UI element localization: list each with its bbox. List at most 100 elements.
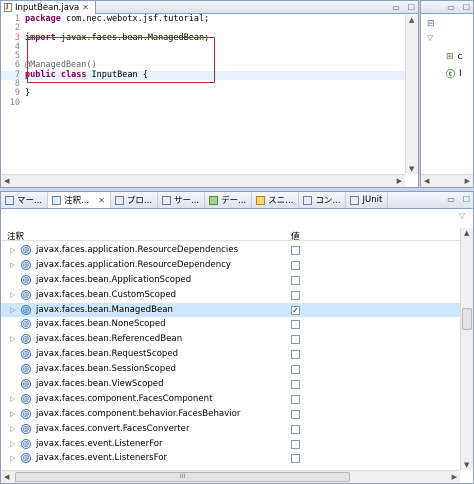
maximize-icon[interactable]: ☐ (408, 3, 415, 12)
scrollbar-thumb[interactable]: III (15, 472, 350, 482)
view-tab-servers[interactable]: サー... (158, 192, 206, 208)
expand-icon[interactable]: ▷ (10, 261, 15, 269)
table-row[interactable]: ▷ @ javax.faces.component.FacesComponent (1, 392, 460, 407)
scroll-right-icon[interactable]: ▶ (397, 177, 402, 185)
scroll-left-icon[interactable]: ◀ (424, 177, 429, 185)
view-tab-annotations[interactable]: 注釈... ✕ (48, 192, 111, 208)
value-checkbox[interactable] (291, 335, 300, 345)
code-line[interactable]: 7 public class InputBean { (1, 70, 405, 81)
table-row[interactable]: ▷ @ javax.faces.bean.ReferencedBean (1, 332, 460, 347)
view-tab-data[interactable]: デー... (205, 192, 253, 208)
table-row[interactable]: @ javax.faces.bean.ViewScoped (1, 377, 460, 392)
view-tab-label: JUnit (362, 195, 383, 205)
code-line[interactable]: 8 (1, 79, 405, 89)
chevron-down-icon[interactable]: ▽ (427, 33, 433, 42)
view-tab-console[interactable]: コン... (299, 192, 347, 208)
annotation-icon: @ (21, 259, 31, 270)
view-tab-markers[interactable]: マー... (1, 192, 49, 208)
table-row[interactable]: ▷ @ javax.faces.event.ListenerFor (1, 437, 460, 452)
table-horizontal-scrollbar[interactable]: ◀ III ▶ (1, 470, 460, 483)
value-checkbox[interactable] (291, 380, 300, 390)
value-checkbox[interactable] (291, 424, 300, 434)
expand-icon[interactable]: ▷ (10, 395, 15, 403)
value-checkbox[interactable] (291, 350, 300, 360)
value-checkbox[interactable] (291, 409, 300, 419)
value-checkbox[interactable] (291, 394, 300, 404)
value-checkbox[interactable] (291, 439, 300, 449)
console-icon (303, 195, 313, 205)
minimize-icon[interactable]: ▭ (392, 3, 400, 12)
maximize-icon[interactable]: ☐ (463, 3, 470, 12)
outline-item-class[interactable]: ⓒ I (446, 67, 462, 81)
annotation-icon: @ (21, 245, 31, 255)
annotation-icon: @ (21, 379, 31, 390)
close-icon[interactable]: ✕ (82, 3, 89, 12)
expand-icon[interactable]: ▷ (10, 440, 15, 448)
value-checkbox[interactable] (291, 290, 300, 300)
maximize-icon[interactable]: ☐ (463, 195, 470, 204)
outline-panel[interactable]: ▭ ☐ ⊟ ▽ ⊞ c ⓒ I ◀ ▶ (420, 0, 474, 188)
minimize-icon[interactable]: ▭ (447, 195, 455, 204)
annotation-icon: @ (21, 423, 31, 434)
view-tab-junit[interactable]: JUnit (346, 192, 389, 208)
table-row[interactable]: ▷ @ javax.faces.application.ResourceDepend… (1, 243, 460, 258)
scroll-left-icon[interactable]: ◀ (4, 177, 9, 185)
value-checkbox[interactable] (291, 246, 300, 255)
scroll-right-icon[interactable]: ▶ (452, 473, 457, 481)
annotations-view[interactable]: マー... 注釈... ✕ プロ... サー... デー... スニ... コン... JUni… (0, 191, 474, 484)
value-checkbox[interactable] (291, 275, 300, 285)
expand-icon[interactable]: ▷ (10, 291, 15, 299)
table-row[interactable]: ▷ @ javax.faces.event.ListenersFor (1, 451, 460, 466)
editor-vertical-scrollbar[interactable]: ▲ ▼ (405, 15, 418, 174)
table-row[interactable]: ▷ @ javax.faces.bean.CustomScoped (1, 288, 460, 303)
code-line[interactable]: 10 (1, 98, 405, 108)
column-header-annotation[interactable]: 注釈 (7, 230, 24, 242)
scroll-up-icon[interactable]: ▲ (464, 229, 469, 237)
editor-tab-inputbean[interactable]: InputBean.java ✕ (1, 1, 96, 14)
outline-item-package[interactable]: ⊞ c (446, 52, 463, 62)
annotation-name: javax.faces.bean.CustomScoped (36, 289, 177, 300)
code-line[interactable]: 1 package com.nec.webotx.jsf.tutorial; (1, 14, 405, 24)
view-tab-properties[interactable]: プロ... (111, 192, 159, 208)
table-row[interactable]: @ javax.faces.bean.ApplicationScoped (1, 273, 460, 288)
table-vertical-scrollbar[interactable]: ▲ ▼ (460, 228, 473, 470)
table-row[interactable]: ▷ @ javax.faces.convert.FacesConverter (1, 422, 460, 437)
value-checkbox[interactable] (291, 320, 300, 330)
value-checkbox[interactable] (291, 260, 300, 270)
close-icon[interactable]: ✕ (98, 196, 105, 205)
scroll-down-icon[interactable]: ▼ (409, 165, 414, 173)
expand-icon[interactable]: ▷ (10, 306, 15, 314)
expand-icon[interactable]: ▷ (10, 425, 15, 433)
expand-icon[interactable]: ▷ (10, 335, 15, 343)
expand-icon[interactable]: ▷ (10, 454, 15, 462)
table-row[interactable]: ▷ @ javax.faces.component.behavior.FacesBe… (1, 407, 460, 422)
annotation-name: javax.faces.bean.ReferencedBean (36, 334, 183, 345)
scroll-up-icon[interactable]: ▲ (409, 16, 414, 24)
column-header-value[interactable]: 値 (291, 230, 300, 242)
code-line[interactable]: 3 import javax.faces.bean.ManagedBean; (1, 33, 405, 43)
editor-horizontal-scrollbar[interactable]: ◀ ▶ (1, 174, 405, 187)
table-row[interactable]: @ javax.faces.bean.NoneScoped (1, 317, 460, 332)
java-editor[interactable]: InputBean.java ✕ ▭ ☐ 1 package com.nec.we… (0, 0, 419, 188)
view-menu-icon[interactable]: ▽ (459, 211, 465, 220)
expand-icon[interactable]: ▷ (10, 410, 15, 418)
value-checkbox[interactable]: ✓ (291, 305, 300, 315)
table-row[interactable]: @ javax.faces.bean.RequestScoped (1, 347, 460, 362)
scroll-right-icon[interactable]: ▶ (465, 177, 470, 185)
expand-icon[interactable]: ▷ (10, 246, 15, 254)
value-checkbox[interactable] (291, 454, 300, 464)
outline-horizontal-scrollbar[interactable]: ◀ ▶ (421, 174, 473, 187)
table-row[interactable]: ▷ @ javax.faces.bean.ManagedBean ✓ (1, 302, 460, 318)
view-tab-snippets[interactable]: スニ... (252, 192, 300, 208)
table-row[interactable]: ▷ @ javax.faces.application.ResourceDepend… (1, 258, 460, 273)
value-checkbox[interactable] (291, 365, 300, 375)
scroll-down-icon[interactable]: ▼ (464, 461, 469, 469)
scrollbar-thumb[interactable] (462, 308, 472, 330)
code-area[interactable]: 1 package com.nec.webotx.jsf.tutorial; 2 3 i… (1, 14, 405, 174)
minimize-icon[interactable]: ▭ (447, 3, 455, 12)
scroll-left-icon[interactable]: ◀ (4, 473, 9, 481)
outline-toolbar-icon[interactable]: ⊟ (427, 19, 435, 29)
table-row[interactable]: @ javax.faces.bean.SessionScoped (1, 362, 460, 377)
code-line[interactable]: 9} (1, 89, 405, 99)
code-line[interactable]: 4 (1, 42, 405, 52)
